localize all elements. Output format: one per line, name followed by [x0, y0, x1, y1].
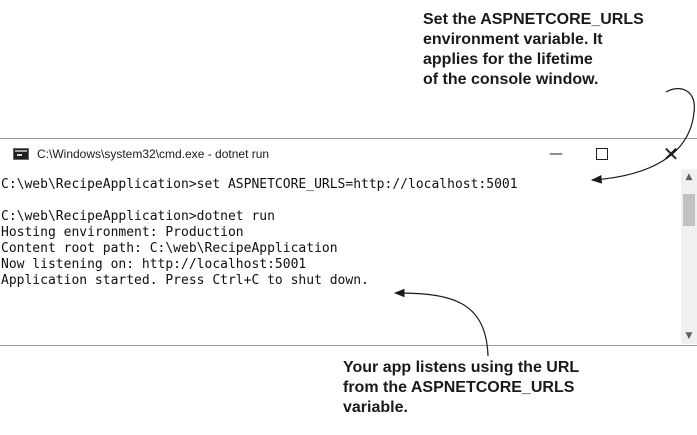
close-button[interactable]: ✕: [645, 139, 697, 169]
scroll-up-arrow-icon[interactable]: ▲: [681, 169, 697, 185]
console-line: C:\web\RecipeApplication>set ASPNETCORE_…: [1, 177, 518, 192]
scrollbar-thumb[interactable]: [683, 194, 695, 226]
vertical-scrollbar[interactable]: ▲ ▼: [681, 169, 697, 344]
cmd-window[interactable]: C:\Windows\system32\cmd.exe - dotnet run…: [0, 138, 697, 346]
annotation-line: Your app listens using the URL: [343, 359, 580, 376]
console-line: Now listening on: http://localhost:5001: [1, 257, 307, 272]
console-line: C:\web\RecipeApplication>dotnet run: [1, 209, 275, 224]
console-app-icon[interactable]: [13, 148, 29, 160]
annotation-line: applies for the lifetime: [423, 51, 593, 68]
title-bar[interactable]: C:\Windows\system32\cmd.exe - dotnet run…: [0, 139, 697, 169]
annotation-line: from the ASPNETCORE_URLS: [343, 379, 575, 396]
annotation-listen-url: Your app listens using the URL from the …: [343, 358, 673, 418]
annotation-line: of the console window.: [423, 71, 599, 88]
window-title: C:\Windows\system32\cmd.exe - dotnet run: [37, 147, 270, 161]
maximize-button[interactable]: [579, 139, 625, 169]
console-output[interactable]: C:\web\RecipeApplication>set ASPNETCORE_…: [0, 169, 681, 345]
annotation-set-variable: Set the ASPNETCORE_URLS environment vari…: [423, 10, 697, 90]
page: Set the ASPNETCORE_URLS environment vari…: [0, 0, 697, 435]
minimize-button[interactable]: —: [533, 139, 579, 169]
annotation-line: environment variable. It: [423, 31, 603, 48]
annotation-line: variable.: [343, 399, 408, 416]
maximize-icon: [596, 147, 608, 160]
console-line: Content root path: C:\web\RecipeApplicat…: [1, 241, 338, 256]
console-line: Application started. Press Ctrl+C to shu…: [1, 273, 369, 288]
annotation-line: Set the ASPNETCORE_URLS: [423, 11, 644, 28]
scroll-down-arrow-icon[interactable]: ▼: [681, 328, 697, 344]
console-line: Hosting environment: Production: [1, 225, 244, 240]
